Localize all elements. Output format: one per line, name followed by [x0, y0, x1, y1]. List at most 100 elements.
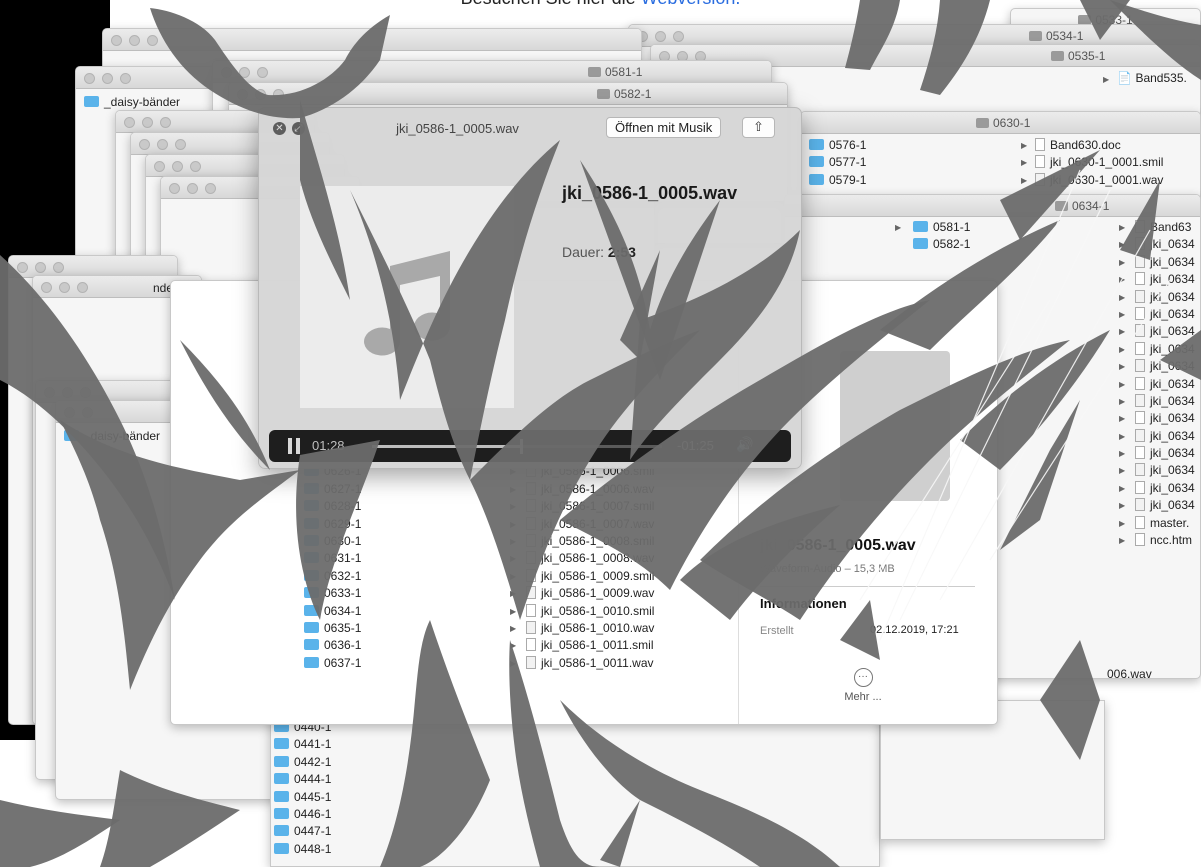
- minimize-button[interactable]: [255, 89, 266, 100]
- list-item[interactable]: 0629-1: [304, 516, 361, 533]
- banner-link[interactable]: Webversion.: [641, 0, 741, 8]
- list-item[interactable]: 0630-1: [304, 533, 361, 550]
- minimize-button[interactable]: [187, 183, 198, 194]
- volume-icon[interactable]: 🔊: [736, 436, 753, 453]
- list-item[interactable]: 0441-1: [274, 736, 331, 753]
- list-item[interactable]: ▶ jki_0634: [1119, 323, 1195, 340]
- close-button[interactable]: [84, 73, 95, 84]
- list-item[interactable]: ▶ jki_0634: [1119, 236, 1195, 253]
- list-item[interactable]: ▶ jki_0634: [1119, 497, 1195, 514]
- list-item[interactable]: ▶ Band630.doc: [1021, 137, 1163, 154]
- list-item[interactable]: ▶ jki_0634: [1119, 254, 1195, 271]
- list-item[interactable]: ▶0576-1: [801, 137, 866, 154]
- zoom-button[interactable]: [160, 117, 171, 128]
- close-button[interactable]: [169, 183, 180, 194]
- zoom-button[interactable]: [80, 387, 91, 398]
- zoom-button[interactable]: [673, 31, 684, 42]
- list-item[interactable]: ▶ 📄 Band535.: [1103, 71, 1187, 85]
- list-item[interactable]: ▶ ncc.htm: [1119, 532, 1195, 549]
- list-item[interactable]: 0445-1: [274, 789, 331, 806]
- share-button[interactable]: ⇧: [742, 117, 775, 138]
- close-button[interactable]: [139, 139, 150, 150]
- list-item[interactable]: ▶ jki_0634: [1119, 376, 1195, 393]
- minimize-button[interactable]: [102, 73, 113, 84]
- list-item[interactable]: ▶ jki_0586-1_0010.smil: [510, 603, 654, 620]
- minimize-button[interactable]: [35, 262, 46, 273]
- list-item[interactable]: ▶ jki_0586-1_0008.smil: [510, 533, 654, 550]
- list-item[interactable]: ▶ jki_0586-1_0009.wav: [510, 585, 654, 602]
- list-item[interactable]: ▶ jki_0586-1_0011.wav: [510, 655, 654, 672]
- zoom-button[interactable]: [120, 73, 131, 84]
- list-item[interactable]: 0633-1: [304, 585, 361, 602]
- close-button[interactable]: [237, 89, 248, 100]
- minimize-button[interactable]: [129, 35, 140, 46]
- zoom-button[interactable]: [257, 67, 268, 78]
- minimize-button[interactable]: [157, 139, 168, 150]
- sidebar-item-daisy[interactable]: _daisy-bänder: [84, 95, 180, 109]
- minimize-button[interactable]: [172, 161, 183, 172]
- minimize-button[interactable]: [655, 31, 666, 42]
- list-item[interactable]: 0446-1: [274, 806, 331, 823]
- zoom-button[interactable]: [190, 161, 201, 172]
- minimize-button[interactable]: [59, 282, 70, 293]
- list-item[interactable]: ▶ jki_0586-1_0010.wav: [510, 620, 654, 637]
- list-item[interactable]: 0637-1: [304, 655, 361, 672]
- pause-button[interactable]: [288, 438, 302, 454]
- list-item[interactable]: ▶ jki_0634: [1119, 428, 1195, 445]
- list-item[interactable]: 0442-1: [274, 754, 331, 771]
- zoom-button[interactable]: [53, 262, 64, 273]
- zoom-button[interactable]: [273, 89, 284, 100]
- list-item[interactable]: 0448-1: [274, 841, 331, 858]
- list-item[interactable]: ▶ jki_0634: [1119, 480, 1195, 497]
- list-item[interactable]: ▶ jki_0586-1_0007.smil: [510, 498, 654, 515]
- zoom-button[interactable]: [205, 183, 216, 194]
- sidebar-item-daisy[interactable]: _daisy-bänder: [64, 429, 160, 443]
- list-item[interactable]: 006.wav: [1107, 667, 1152, 678]
- list-item[interactable]: ▶ jki_0630-1_0001.smil: [1021, 154, 1163, 171]
- list-item[interactable]: ▶ jki_0634: [1119, 410, 1195, 427]
- close-button[interactable]: [111, 35, 122, 46]
- list-item[interactable]: 0634-1: [304, 603, 361, 620]
- list-item[interactable]: ▶ jki_0634: [1119, 393, 1195, 410]
- list-item[interactable]: ▶ jki_0634: [1119, 306, 1195, 323]
- list-item[interactable]: ▶ jki_0586-1_0011.smil: [510, 637, 654, 654]
- scrubber-handle[interactable]: [519, 439, 523, 454]
- list-item[interactable]: 0582-1: [913, 236, 970, 253]
- more-button[interactable]: ··· Mehr ...: [843, 668, 883, 703]
- list-item[interactable]: ▶ jki_0634: [1119, 358, 1195, 375]
- list-item[interactable]: 0636-1: [304, 637, 361, 654]
- list-item[interactable]: 0635-1: [304, 620, 361, 637]
- list-item[interactable]: ▶ master.: [1119, 515, 1195, 532]
- zoom-button[interactable]: [77, 282, 88, 293]
- zoom-button[interactable]: [175, 139, 186, 150]
- list-item[interactable]: 0631-1: [304, 550, 361, 567]
- list-item[interactable]: ▶ jki_0586-1_0007.wav: [510, 516, 654, 533]
- minimize-button[interactable]: [239, 67, 250, 78]
- open-with-music-button[interactable]: Öffnen mit Musik: [606, 117, 722, 138]
- list-item[interactable]: 0632-1: [304, 568, 361, 585]
- minimize-button[interactable]: [62, 387, 73, 398]
- list-item[interactable]: 0447-1: [274, 823, 331, 840]
- close-button[interactable]: [154, 161, 165, 172]
- list-item[interactable]: 0577-1: [809, 154, 866, 171]
- close-button[interactable]: [17, 262, 28, 273]
- close-button[interactable]: [41, 282, 52, 293]
- quicklook-panel[interactable]: ✕ ⤢ jki_0586-1_0005.wav Öffnen mit Musik…: [258, 107, 802, 469]
- list-item[interactable]: ▶ jki_0630-1_0001.wav: [1021, 172, 1163, 189]
- close-button[interactable]: [221, 67, 232, 78]
- close-button[interactable]: [64, 407, 75, 418]
- close-button[interactable]: [124, 117, 135, 128]
- zoom-button[interactable]: [147, 35, 158, 46]
- minimize-button[interactable]: [82, 407, 93, 418]
- list-item[interactable]: ▶ jki_0586-1_0008.wav: [510, 550, 654, 567]
- finder-window-lower[interactable]: 0440-1 0441-1 0442-1 0444-1 0445-1 0446-1 0447…: [270, 700, 880, 867]
- list-item[interactable]: 0444-1: [274, 771, 331, 788]
- list-item[interactable]: ▶ jki_0634: [1119, 462, 1195, 479]
- scrubber[interactable]: [372, 439, 662, 454]
- list-item[interactable]: ▶ jki_0586-1_0006.wav: [510, 481, 654, 498]
- list-item[interactable]: ▶ jki_0634: [1119, 289, 1195, 306]
- list-item[interactable]: ▶ 0581-1: [895, 219, 970, 236]
- list-item[interactable]: ▶ Band63: [1119, 219, 1195, 236]
- list-item[interactable]: 0579-1: [809, 172, 866, 189]
- list-item[interactable]: ▶ jki_0586-1_0009.smil: [510, 568, 654, 585]
